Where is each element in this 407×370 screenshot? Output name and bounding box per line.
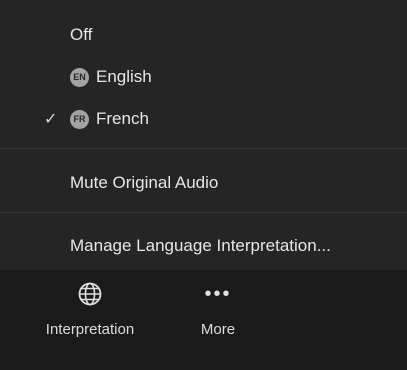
interpretation-popup-window: Off EN English ✓ FR French Mute Original…	[0, 0, 407, 370]
globe-icon	[77, 277, 103, 311]
interpretation-button-label: Interpretation	[45, 321, 135, 338]
menu-item-english[interactable]: EN English	[0, 62, 407, 92]
menu-item-french-label: French	[96, 109, 149, 128]
menu-divider	[0, 148, 407, 149]
checkmark-icon: ✓	[44, 111, 58, 128]
menu-item-off[interactable]: Off	[0, 20, 407, 50]
interpretation-button[interactable]: Interpretation	[28, 277, 152, 338]
menu-item-french[interactable]: ✓ FR French	[0, 104, 407, 134]
menu-item-off-label: Off	[70, 25, 93, 44]
mute-original-audio-label: Mute Original Audio	[70, 173, 219, 192]
french-language-badge-icon: FR	[70, 109, 89, 129]
manage-language-interpretation-item[interactable]: Manage Language Interpretation...	[0, 231, 407, 261]
mute-original-audio-item[interactable]: Mute Original Audio	[0, 168, 407, 198]
manage-language-interpretation-label: Manage Language Interpretation...	[70, 236, 331, 255]
english-language-badge-icon: EN	[70, 67, 89, 87]
meeting-toolbar: Interpretation ••• More	[0, 275, 407, 370]
more-dots-icon: •••	[204, 283, 232, 305]
more-button[interactable]: ••• More	[183, 277, 253, 338]
menu-divider	[0, 212, 407, 213]
more-button-label: More	[200, 321, 236, 338]
menu-item-english-label: English	[96, 67, 152, 86]
interpretation-menu: Off EN English ✓ FR French Mute Original…	[0, 0, 407, 270]
